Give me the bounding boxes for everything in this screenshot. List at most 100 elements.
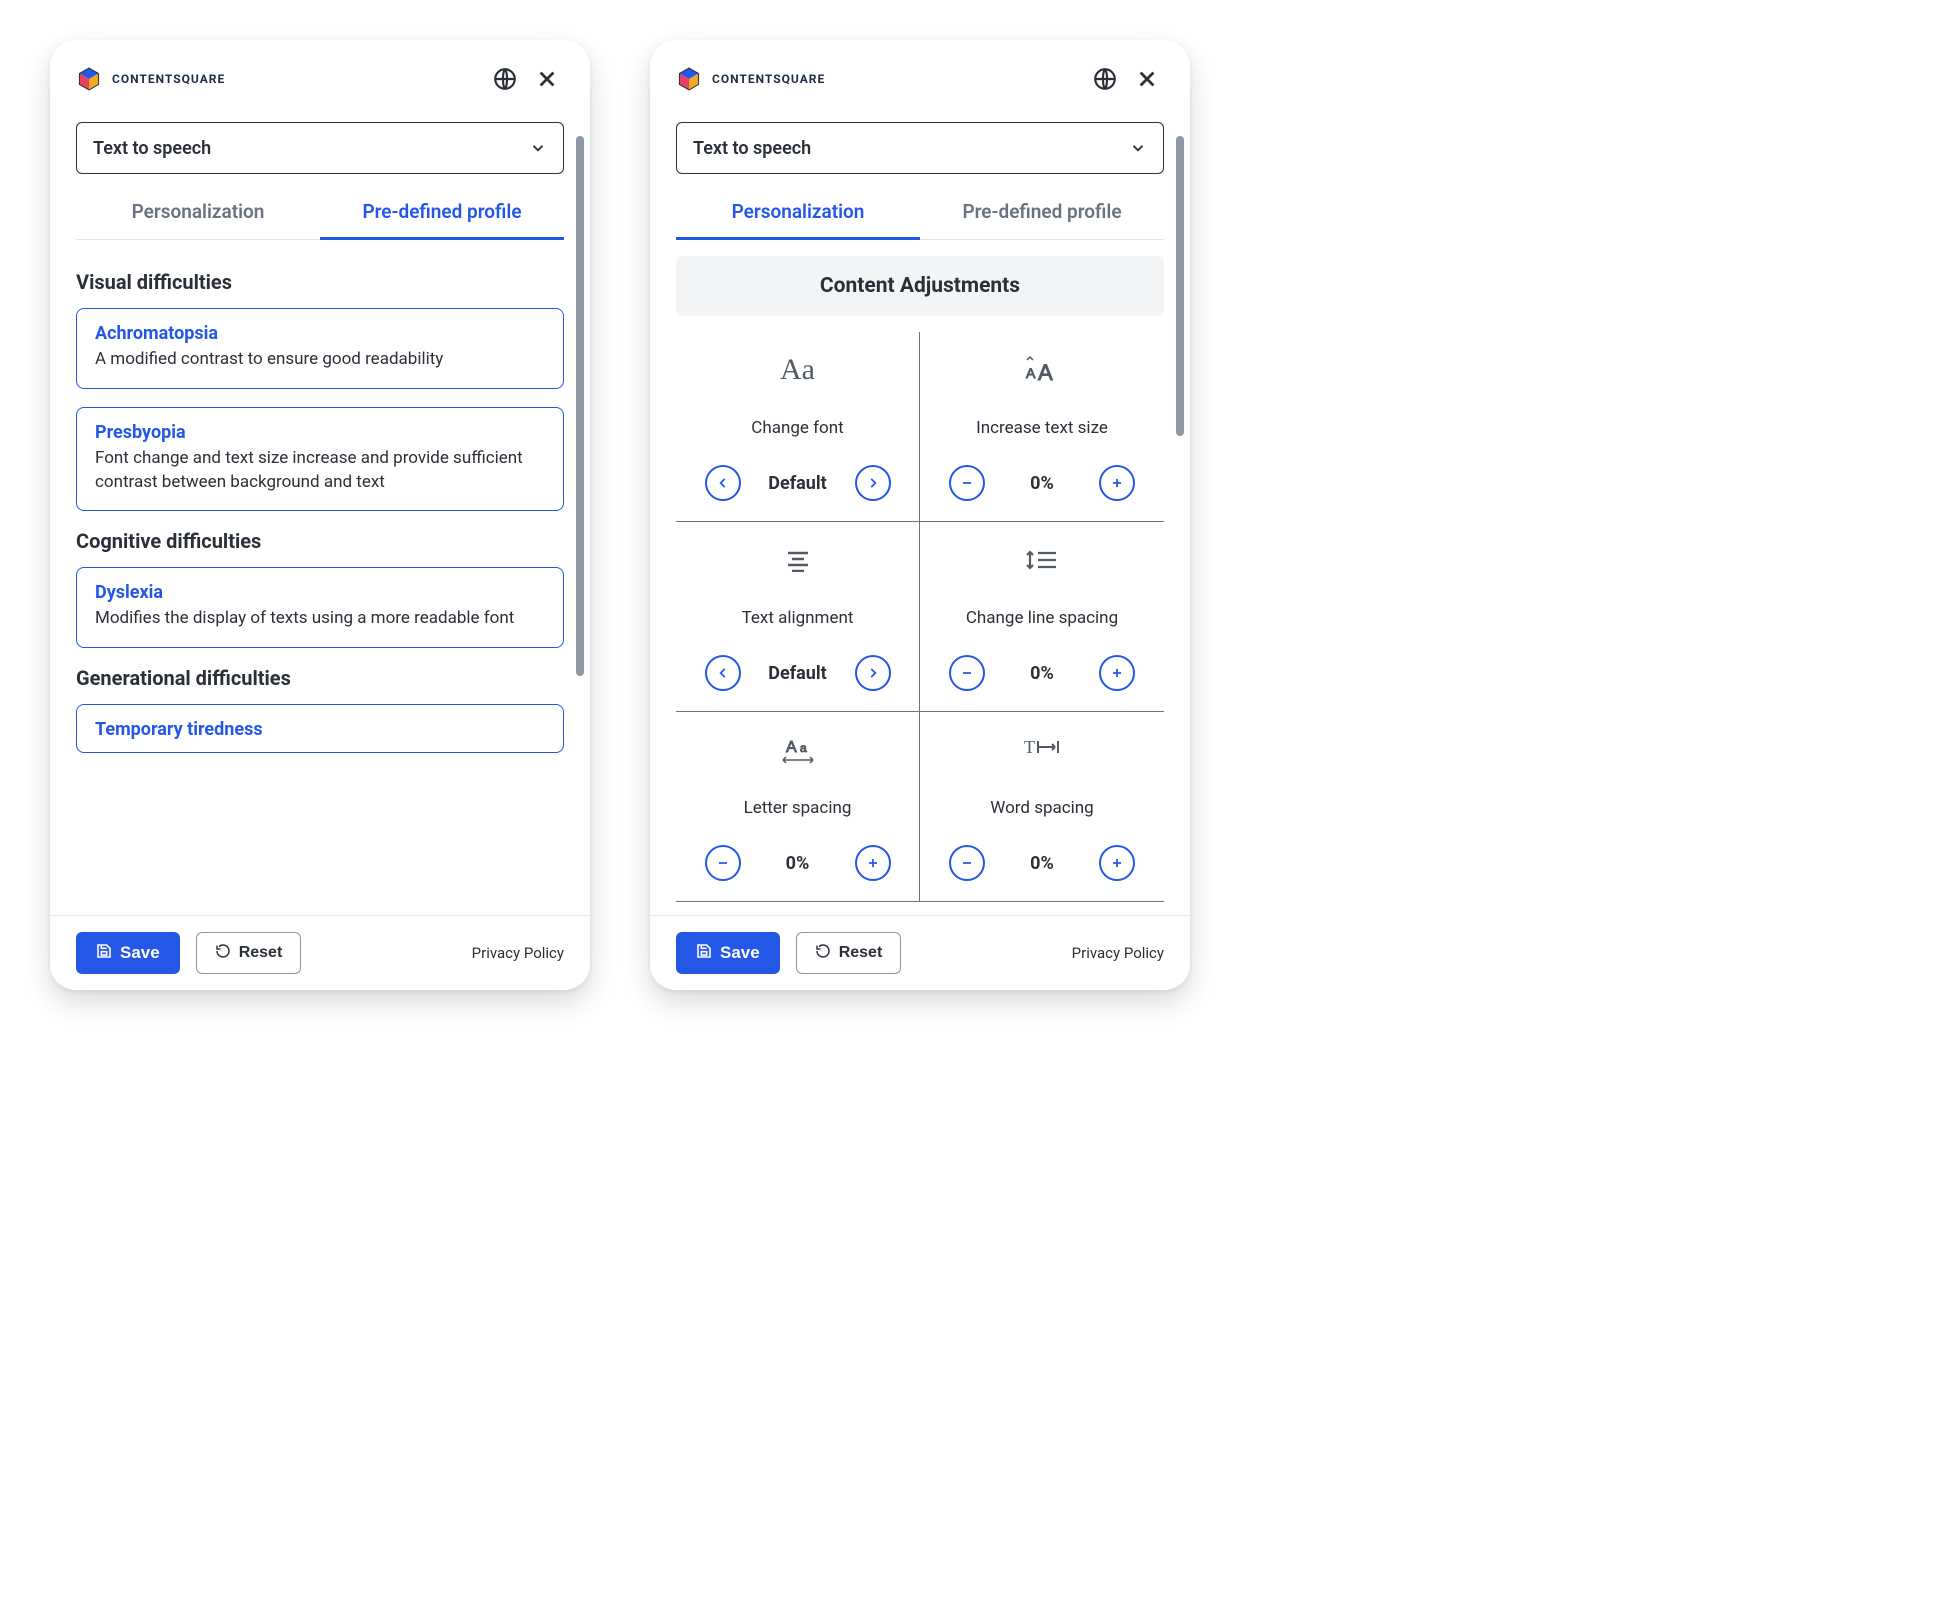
profile-dyslexia[interactable]: Dyslexia Modifies the display of texts u… xyxy=(76,567,564,648)
tts-select[interactable]: Text to speech xyxy=(676,122,1164,174)
chevron-right-icon xyxy=(866,476,880,490)
footer: Save Reset Privacy Policy xyxy=(50,915,590,990)
brand-label: CONTENTSQUARE xyxy=(712,72,825,86)
close-button[interactable] xyxy=(530,62,564,96)
profile-desc: A modified contrast to ensure good reada… xyxy=(95,348,545,372)
tab-personalization[interactable]: Personalization xyxy=(76,200,320,240)
profile-title: Temporary tiredness xyxy=(95,719,545,740)
section-heading: Generational difficulties xyxy=(76,666,564,690)
tab-personalization[interactable]: Personalization xyxy=(676,200,920,240)
prev-button[interactable] xyxy=(705,465,741,501)
increment-button[interactable] xyxy=(855,845,891,881)
svg-text:A: A xyxy=(786,739,797,756)
decrement-button[interactable] xyxy=(705,845,741,881)
save-button[interactable]: Save xyxy=(76,932,180,974)
privacy-policy-link[interactable]: Privacy Policy xyxy=(472,944,564,962)
plus-icon xyxy=(866,856,880,870)
svg-text:T: T xyxy=(1024,737,1035,757)
cell-value: Default xyxy=(763,663,833,684)
close-icon xyxy=(536,68,558,90)
panel-predefined: CONTENTSQUARE xyxy=(50,40,590,990)
profile-tiredness[interactable]: Temporary tiredness xyxy=(76,704,564,753)
cell-value: 0% xyxy=(763,853,833,874)
cell-alignment: Text alignment Default xyxy=(676,522,920,712)
save-button[interactable]: Save xyxy=(676,932,780,974)
reset-icon xyxy=(215,943,231,964)
cell-value: 0% xyxy=(1007,663,1077,684)
decrement-button[interactable] xyxy=(949,655,985,691)
save-label: Save xyxy=(120,943,160,963)
reset-label: Reset xyxy=(239,944,283,962)
section-heading: Cognitive difficulties xyxy=(76,529,564,553)
tts-select[interactable]: Text to speech xyxy=(76,122,564,174)
profile-achromatopsia[interactable]: Achromatopsia A modified contrast to ens… xyxy=(76,308,564,389)
reset-icon xyxy=(815,943,831,964)
plus-icon xyxy=(1110,856,1124,870)
decrement-button[interactable] xyxy=(949,465,985,501)
profile-title: Dyslexia xyxy=(95,582,545,603)
language-button[interactable] xyxy=(1088,62,1122,96)
align-icon xyxy=(784,540,812,580)
logo-icon xyxy=(76,66,102,92)
svg-text:A: A xyxy=(1038,360,1053,384)
tabs: Personalization Pre-defined profile xyxy=(676,200,1164,240)
header: CONTENTSQUARE xyxy=(50,40,590,106)
footer: Save Reset Privacy Policy xyxy=(650,915,1190,990)
cell-value: 0% xyxy=(1007,853,1077,874)
cell-text-size: A A Increase text size 0% xyxy=(920,332,1164,522)
minus-icon xyxy=(716,856,730,870)
plus-icon xyxy=(1110,666,1124,680)
minus-icon xyxy=(960,666,974,680)
brand: CONTENTSQUARE xyxy=(676,66,1080,92)
language-button[interactable] xyxy=(488,62,522,96)
tab-predefined[interactable]: Pre-defined profile xyxy=(320,200,564,240)
chevron-right-icon xyxy=(866,666,880,680)
font-icon: Aa xyxy=(780,350,815,390)
cell-value: 0% xyxy=(1007,473,1077,494)
cell-line-spacing: Change line spacing 0% xyxy=(920,522,1164,712)
profile-presbyopia[interactable]: Presbyopia Font change and text size inc… xyxy=(76,407,564,512)
reset-button[interactable]: Reset xyxy=(796,932,902,974)
plus-icon xyxy=(1110,476,1124,490)
cell-label: Word spacing xyxy=(990,798,1093,818)
cell-change-font: Aa Change font Default xyxy=(676,332,920,522)
tab-predefined[interactable]: Pre-defined profile xyxy=(920,200,1164,240)
minus-icon xyxy=(960,476,974,490)
next-button[interactable] xyxy=(855,655,891,691)
reset-button[interactable]: Reset xyxy=(196,932,302,974)
chevron-left-icon xyxy=(716,476,730,490)
increment-button[interactable] xyxy=(1099,655,1135,691)
increment-button[interactable] xyxy=(1099,465,1135,501)
content-adjustments-header: Content Adjustments xyxy=(676,256,1164,316)
save-label: Save xyxy=(720,943,760,963)
cell-letter-spacing: A a Letter spacing 0% xyxy=(676,712,920,902)
decrement-button[interactable] xyxy=(949,845,985,881)
profile-desc: Modifies the display of texts using a mo… xyxy=(95,607,545,631)
tabs: Personalization Pre-defined profile xyxy=(76,200,564,240)
line-spacing-icon xyxy=(1026,540,1058,580)
word-spacing-icon: T xyxy=(1022,730,1062,770)
text-size-icon: A A xyxy=(1024,350,1060,390)
close-icon xyxy=(1136,68,1158,90)
adjustments-grid: Aa Change font Default xyxy=(676,332,1164,902)
panel-body: Visual difficulties Achromatopsia A modi… xyxy=(50,240,590,915)
minus-icon xyxy=(960,856,974,870)
cell-word-spacing: T Word spacing 0% xyxy=(920,712,1164,902)
save-icon xyxy=(696,943,712,964)
panel-body: Content Adjustments Aa Change font Defau… xyxy=(650,240,1190,915)
cell-label: Letter spacing xyxy=(744,798,852,818)
privacy-policy-link[interactable]: Privacy Policy xyxy=(1072,944,1164,962)
reset-label: Reset xyxy=(839,944,883,962)
chevron-down-icon xyxy=(529,139,547,157)
letter-spacing-icon: A a xyxy=(780,730,816,770)
profile-title: Achromatopsia xyxy=(95,323,545,344)
cell-label: Change font xyxy=(751,418,843,438)
close-button[interactable] xyxy=(1130,62,1164,96)
prev-button[interactable] xyxy=(705,655,741,691)
increment-button[interactable] xyxy=(1099,845,1135,881)
next-button[interactable] xyxy=(855,465,891,501)
svg-text:A: A xyxy=(1026,365,1036,381)
brand-label: CONTENTSQUARE xyxy=(112,72,225,86)
chevron-down-icon xyxy=(1129,139,1147,157)
panel-personalization: CONTENTSQUARE Text t xyxy=(650,40,1190,990)
